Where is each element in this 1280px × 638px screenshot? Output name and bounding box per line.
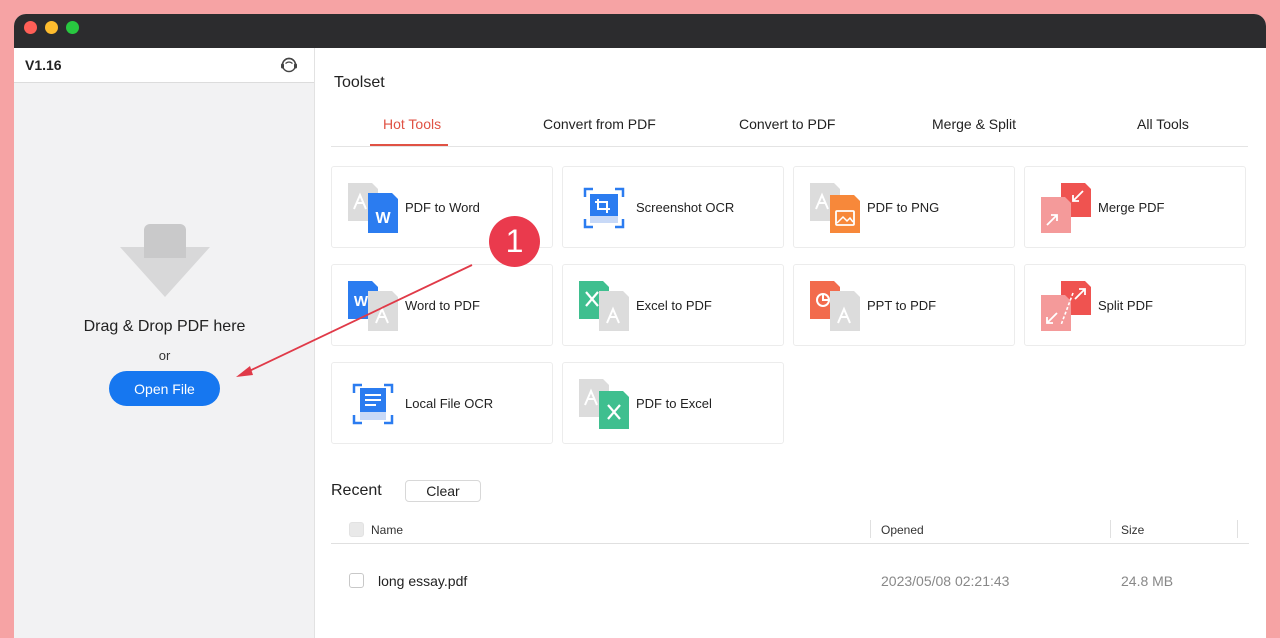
step-number-badge: 1 xyxy=(489,216,540,267)
tool-label: Word to PDF xyxy=(405,298,480,313)
tool-label: Screenshot OCR xyxy=(636,200,735,215)
tab-hot-tools[interactable]: Hot Tools xyxy=(383,116,441,132)
select-all-checkbox[interactable] xyxy=(349,522,364,537)
tool-card-pdf-to-png[interactable]: PDF to PNG xyxy=(793,166,1015,248)
column-separator xyxy=(1237,520,1238,538)
row-checkbox[interactable] xyxy=(349,573,364,588)
version-label: V1.16 xyxy=(25,57,62,73)
close-window-button[interactable] xyxy=(24,21,37,34)
pdf-to-png-icon xyxy=(810,183,860,233)
recent-table-header: Name Opened Size xyxy=(331,516,1249,544)
toolset-title: Toolset xyxy=(334,74,385,91)
file-size: 24.8 MB xyxy=(1121,573,1174,589)
active-tab-indicator xyxy=(370,144,448,146)
column-size[interactable]: Size xyxy=(1121,523,1144,537)
tool-label: PDF to PNG xyxy=(867,200,940,215)
app-window: V1.16 Drag & Drop PDF here or Open File … xyxy=(14,14,1266,638)
tool-card-split-pdf[interactable]: Split PDF xyxy=(1024,264,1246,346)
tool-card-screenshot-ocr[interactable]: Screenshot OCR xyxy=(562,166,784,248)
tab-all-tools[interactable]: All Tools xyxy=(1137,116,1189,132)
tool-label: Split PDF xyxy=(1098,298,1153,313)
recent-title: Recent xyxy=(331,482,382,499)
svg-text:W: W xyxy=(375,210,391,227)
column-name[interactable]: Name xyxy=(371,523,403,537)
tab-merge-split[interactable]: Merge & Split xyxy=(932,116,1016,132)
title-bar xyxy=(14,14,1266,48)
tool-card-ppt-to-pdf[interactable]: PPT to PDF xyxy=(793,264,1015,346)
sidebar: V1.16 Drag & Drop PDF here or Open File xyxy=(14,48,315,638)
file-name[interactable]: long essay.pdf xyxy=(378,573,467,589)
svg-text:W: W xyxy=(354,293,369,310)
pdf-to-excel-icon xyxy=(579,379,629,429)
clear-recent-button[interactable]: Clear xyxy=(405,480,481,502)
tool-label: PDF to Word xyxy=(405,200,480,215)
tool-tabs: Hot Tools Convert from PDF Convert to PD… xyxy=(331,100,1248,147)
pdf-to-word-icon: W xyxy=(348,183,398,233)
local-file-ocr-icon xyxy=(352,383,394,425)
file-opened-time: 2023/05/08 02:21:43 xyxy=(881,573,1010,589)
tool-label: Excel to PDF xyxy=(636,298,712,313)
sidebar-header: V1.16 xyxy=(14,48,314,83)
open-file-button[interactable]: Open File xyxy=(109,371,220,406)
word-to-pdf-icon: W xyxy=(348,281,398,331)
tool-label: PPT to PDF xyxy=(867,298,937,313)
or-text: or xyxy=(158,348,171,363)
excel-to-pdf-icon xyxy=(579,281,629,331)
tool-card-pdf-to-excel[interactable]: PDF to Excel xyxy=(562,362,784,444)
tool-label: Local File OCR xyxy=(405,396,494,411)
tab-convert-from-pdf[interactable]: Convert from PDF xyxy=(543,116,656,132)
main-panel: Toolset Hot Tools Convert from PDF Conve… xyxy=(316,48,1266,638)
maximize-window-button[interactable] xyxy=(66,21,79,34)
column-separator xyxy=(870,520,871,538)
merge-pdf-icon xyxy=(1041,183,1091,233)
customer-support-icon[interactable] xyxy=(279,55,299,75)
minimize-window-button[interactable] xyxy=(45,21,58,34)
screenshot-ocr-icon xyxy=(583,187,625,229)
tool-card-merge-pdf[interactable]: Merge PDF xyxy=(1024,166,1246,248)
split-pdf-icon xyxy=(1041,281,1091,331)
tool-label: PDF to Excel xyxy=(636,396,712,411)
tab-convert-to-pdf[interactable]: Convert to PDF xyxy=(739,116,835,132)
column-opened[interactable]: Opened xyxy=(881,523,924,537)
table-row[interactable]: long essay.pdf 2023/05/08 02:21:43 24.8 … xyxy=(331,566,1249,596)
tool-card-word-to-pdf[interactable]: W Word to PDF xyxy=(331,264,553,346)
tool-card-excel-to-pdf[interactable]: Excel to PDF xyxy=(562,264,784,346)
column-separator xyxy=(1110,520,1111,538)
drop-zone-text: Drag & Drop PDF here xyxy=(83,318,246,335)
tool-card-local-file-ocr[interactable]: Local File OCR xyxy=(331,362,553,444)
tool-label: Merge PDF xyxy=(1098,200,1165,215)
ppt-to-pdf-icon xyxy=(810,281,860,331)
drop-arrow-icon xyxy=(120,224,210,297)
